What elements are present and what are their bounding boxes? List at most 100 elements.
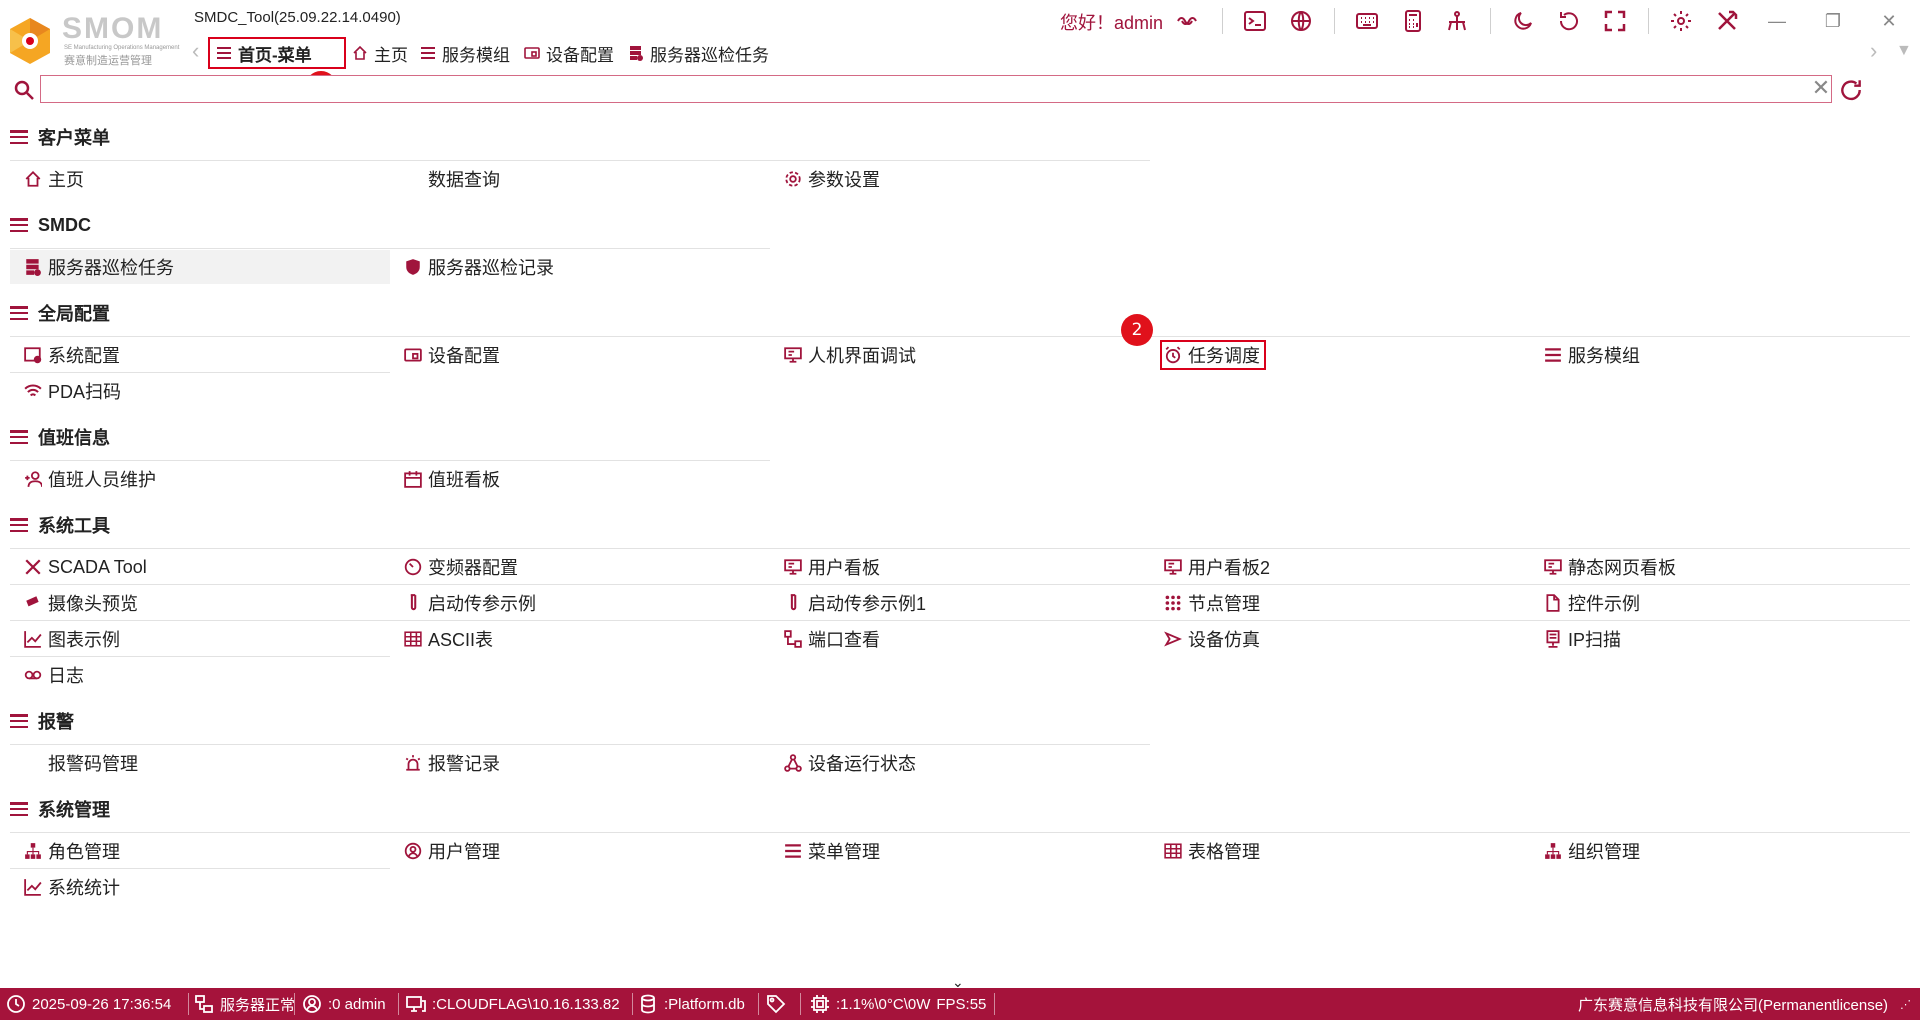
- menu-item-pda-scan[interactable]: PDA扫码: [10, 374, 390, 408]
- section-smdc[interactable]: SMDC: [10, 212, 91, 238]
- menu-item-home[interactable]: 主页: [10, 162, 390, 196]
- menu-item-ascii-table[interactable]: ASCII表: [390, 622, 770, 656]
- menu-item-label: 任务调度: [1188, 346, 1260, 366]
- menu-item-launch-param-example-1[interactable]: 启动传参示例1: [770, 586, 1150, 620]
- section-divider: [10, 460, 770, 461]
- minimize-button[interactable]: —: [1762, 6, 1792, 36]
- section-customer-menu[interactable]: 客户菜单: [10, 124, 110, 150]
- shield-icon: [406, 259, 420, 275]
- menu-item-device-config[interactable]: 设备配置: [390, 338, 770, 372]
- menu-item-launch-param-example[interactable]: 启动传参示例: [390, 586, 770, 620]
- status-perf-text: :1.1%\0°C\0W: [836, 995, 931, 1013]
- menu-icon: [10, 802, 28, 816]
- menu-item-server-inspection-task[interactable]: 服务器巡检任务: [10, 250, 390, 284]
- section-alarm[interactable]: 报警: [10, 708, 74, 734]
- menu-item-label: 系统配置: [48, 346, 120, 366]
- tabs-scroll-right-icon[interactable]: ›: [1870, 38, 1877, 64]
- menu-item-duty-board[interactable]: 值班看板: [390, 462, 770, 496]
- app-title: SMDC_Tool(25.09.22.14.0490): [194, 9, 401, 26]
- menu-item-alarm-code-management[interactable]: 报警码管理: [10, 746, 390, 780]
- tab-label: 主页: [374, 45, 408, 65]
- menu-item-user-board[interactable]: 用户看板: [770, 550, 1150, 584]
- menu-item-control-example[interactable]: 控件示例: [1530, 586, 1910, 620]
- menu-item-data-query[interactable]: 数据查询: [390, 162, 770, 196]
- menu-item-role-management[interactable]: 角色管理: [10, 834, 390, 868]
- user-greeting[interactable]: 您好！admin: [1060, 9, 1163, 35]
- terminal-icon[interactable]: [1240, 6, 1270, 36]
- status-tag[interactable]: [766, 988, 786, 1020]
- keyboard-icon[interactable]: [1352, 6, 1382, 36]
- menu-item-table-management[interactable]: 表格管理: [1150, 834, 1530, 868]
- tab-service-module[interactable]: 服务模组: [420, 38, 510, 68]
- section-divider: [10, 744, 1150, 745]
- menu-item-log[interactable]: 日志: [10, 658, 390, 692]
- theme-moon-icon[interactable]: [1508, 6, 1538, 36]
- menu-item-static-web-board[interactable]: 静态网页看板: [1530, 550, 1910, 584]
- menu-icon: [217, 47, 231, 59]
- menu-item-scada-tool[interactable]: SCADA Tool: [10, 550, 390, 584]
- menu-item-port-view[interactable]: 端口查看: [770, 622, 1150, 656]
- menu-item-node-management[interactable]: 节点管理: [1150, 586, 1530, 620]
- line-chart-icon: [24, 631, 42, 648]
- row-divider: [10, 584, 1910, 585]
- menu-item-camera-preview[interactable]: 摄像头预览: [10, 586, 390, 620]
- row-divider: [10, 372, 390, 373]
- restore-button[interactable]: ❐: [1818, 6, 1848, 36]
- menu-item-server-inspection-record[interactable]: 服务器巡检记录: [390, 250, 770, 284]
- section-duty-info[interactable]: 值班信息: [10, 424, 110, 450]
- menu-item-inverter-config[interactable]: 变频器配置: [390, 550, 770, 584]
- menu-item-user-board-2[interactable]: 用户看板2: [1150, 550, 1530, 584]
- status-db-text: :Platform.db: [664, 995, 745, 1013]
- search-input[interactable]: [40, 75, 1832, 103]
- menu-item-label: 设备仿真: [1188, 630, 1260, 650]
- menu-item-chart-example[interactable]: 图表示例: [10, 622, 390, 656]
- menu-item-label: 用户管理: [428, 842, 500, 862]
- tools-icon: [25, 559, 41, 575]
- menu-item-label: 服务器巡检任务: [48, 258, 174, 278]
- calculator-icon[interactable]: [1398, 6, 1428, 36]
- home-icon: [25, 170, 41, 187]
- tab-server-inspection-task[interactable]: 服务器巡检任务: [628, 38, 769, 68]
- close-button[interactable]: ✕: [1874, 6, 1904, 36]
- tab-home[interactable]: 主页: [352, 38, 408, 68]
- network-icon[interactable]: [1442, 6, 1472, 36]
- siren-icon: [405, 755, 421, 771]
- tabs-scroll-left-icon[interactable]: ‹: [192, 38, 199, 64]
- tag-icon: [767, 995, 786, 1014]
- tabs-dropdown-icon[interactable]: ▼: [1896, 42, 1912, 60]
- menu-item-device-simulation[interactable]: 设备仿真: [1150, 622, 1530, 656]
- section-system-management[interactable]: 系统管理: [10, 796, 110, 822]
- fullscreen-icon[interactable]: [1600, 6, 1630, 36]
- menu-item-service-module[interactable]: 服务模组: [1530, 338, 1910, 372]
- clear-search-icon[interactable]: ✕: [1810, 77, 1832, 99]
- search-refresh-icon[interactable]: [1838, 77, 1864, 103]
- server-task-icon: [630, 46, 643, 61]
- menu-item-task-scheduling[interactable]: 任务调度: [1160, 340, 1266, 370]
- menu-item-parameter-settings[interactable]: 参数设置: [770, 162, 1150, 196]
- menu-item-menu-management[interactable]: 菜单管理: [770, 834, 1150, 868]
- menu-item-org-management[interactable]: 组织管理: [1530, 834, 1910, 868]
- tab-home-menu[interactable]: 首页-菜单: [208, 37, 346, 69]
- globe-icon[interactable]: [1286, 6, 1316, 36]
- menu-item-user-management[interactable]: 用户管理: [390, 834, 770, 868]
- settings-gear-icon[interactable]: [1666, 6, 1696, 36]
- menu-item-duty-staff[interactable]: 值班人员维护: [10, 462, 390, 496]
- tools-icon[interactable]: [1712, 6, 1742, 36]
- section-title: 全局配置: [38, 304, 110, 324]
- menu-item-system-statistics[interactable]: 系统统计: [10, 870, 390, 904]
- link-icon[interactable]: [1172, 6, 1202, 36]
- section-system-tools[interactable]: 系统工具: [10, 512, 110, 538]
- file-icon: [1546, 594, 1560, 612]
- menu-item-ip-scan[interactable]: IP扫描: [1530, 622, 1910, 656]
- refresh-icon[interactable]: [1554, 6, 1584, 36]
- section-title: 系统工具: [38, 516, 110, 536]
- menu-item-hmi-debug[interactable]: 人机界面调试: [770, 338, 1150, 372]
- menu-item-alarm-record[interactable]: 报警记录: [390, 746, 770, 780]
- menu-item-label: 报警码管理: [48, 754, 138, 774]
- tab-device-config[interactable]: 设备配置: [524, 38, 614, 68]
- resize-grip-icon[interactable]: ⋰: [1900, 988, 1911, 1020]
- menu-item-system-config[interactable]: 系统配置: [10, 338, 390, 372]
- menu-icon: [10, 714, 28, 728]
- section-global-config[interactable]: 全局配置: [10, 300, 110, 326]
- menu-item-device-run-status[interactable]: 设备运行状态: [770, 746, 1150, 780]
